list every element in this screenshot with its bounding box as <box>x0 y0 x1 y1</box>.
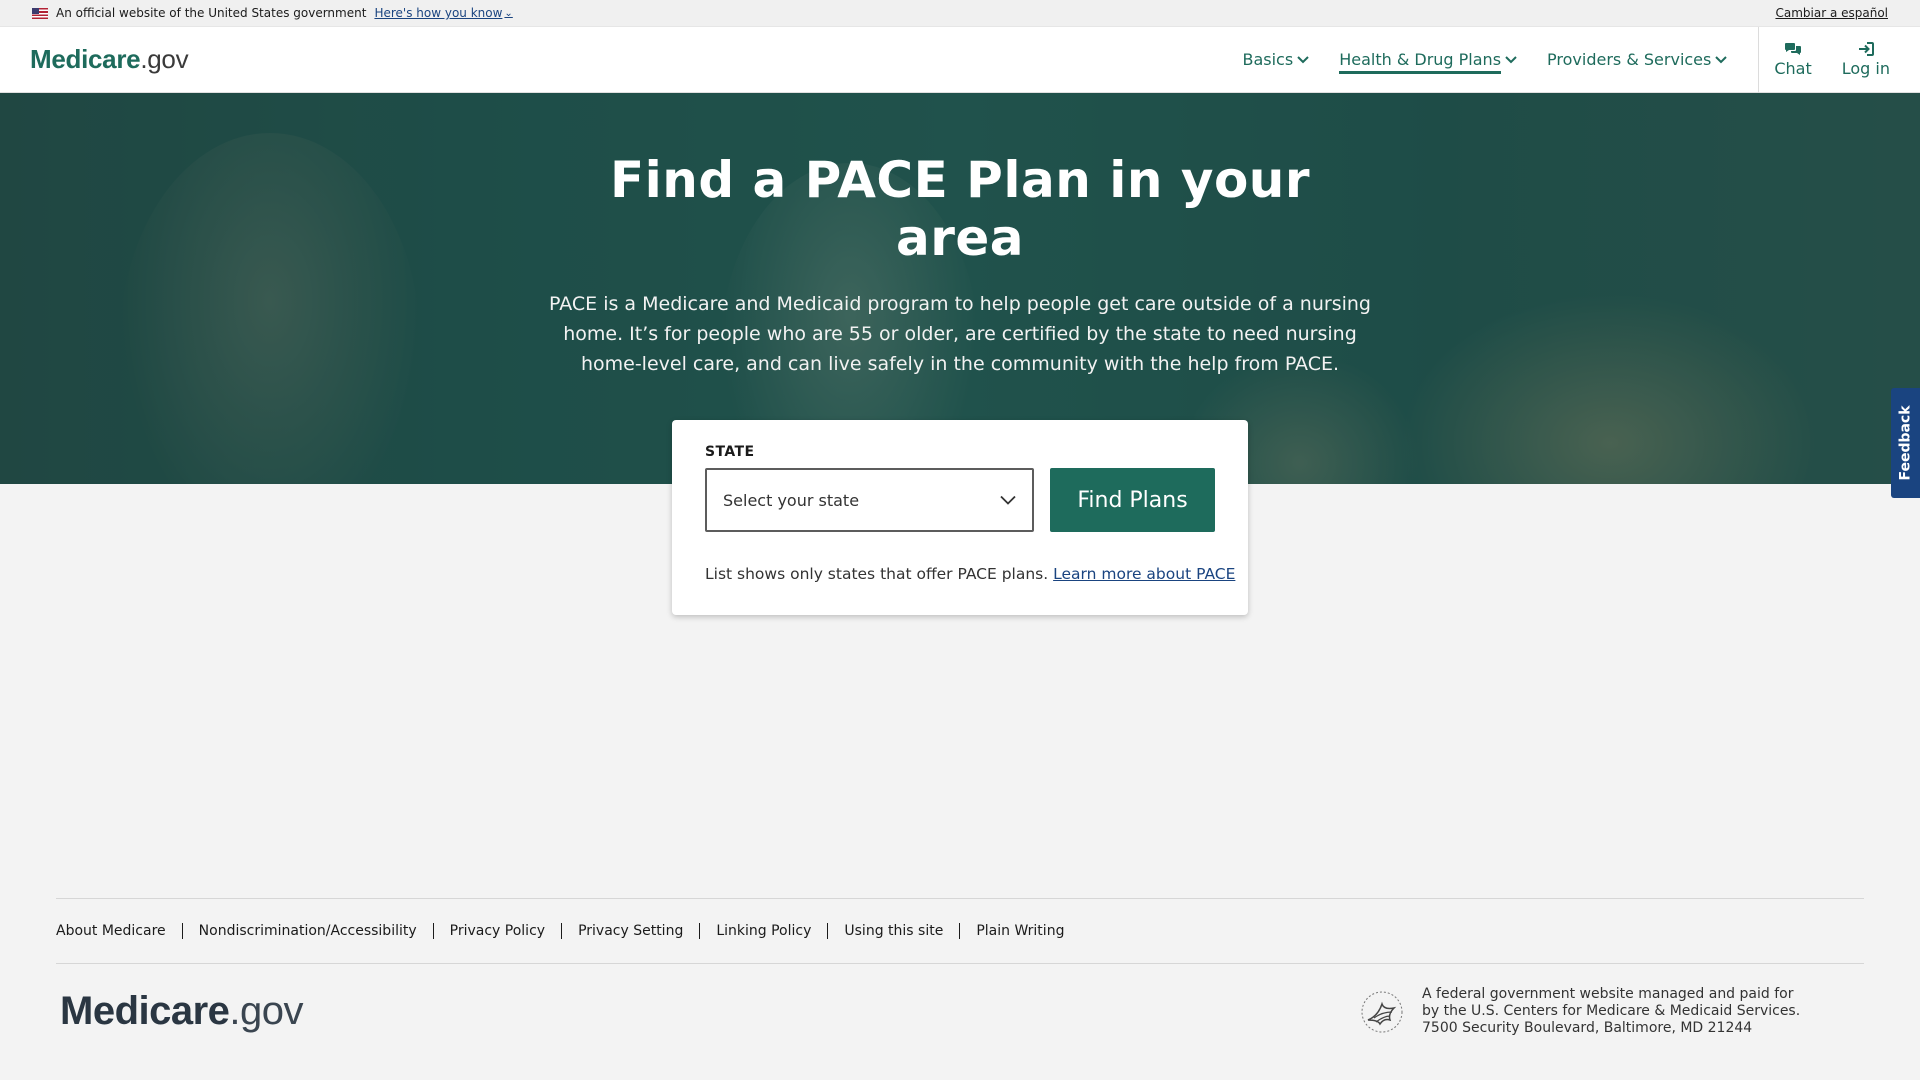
state-list-note: List shows only states that offer PACE p… <box>705 565 1236 583</box>
nav-health-drug-plans[interactable]: Health & Drug Plans <box>1324 27 1532 92</box>
official-site-text: An official website of the United States… <box>56 6 367 20</box>
login-icon <box>1858 41 1874 56</box>
nav-basics[interactable]: Basics <box>1227 27 1324 92</box>
footer-link-separator <box>959 923 961 939</box>
how-you-know-link[interactable]: Here's how you know ⌄ <box>374 6 512 20</box>
hero-content: Find a PACE Plan in your area PACE is a … <box>540 93 1380 379</box>
state-select[interactable]: Select your state <box>705 468 1034 532</box>
page-title: Find a PACE Plan in your area <box>609 151 1311 267</box>
footer-link-linking-policy[interactable]: Linking Policy <box>716 923 811 939</box>
footer-link-privacy-setting[interactable]: Privacy Setting <box>578 923 683 939</box>
chevron-down-icon <box>1297 55 1309 63</box>
chevron-down-icon: ⌄ <box>504 7 513 19</box>
chevron-down-icon <box>1715 55 1728 63</box>
state-label: STATE <box>705 444 755 460</box>
site-footer: About Medicare Nondiscrimination/Accessi… <box>56 898 1864 1059</box>
search-row: Select your state Find Plans <box>705 468 1215 532</box>
learn-more-pace-link[interactable]: Learn more about PACE <box>1053 565 1235 583</box>
chevron-down-icon <box>1000 495 1016 505</box>
find-plans-button[interactable]: Find Plans <box>1050 468 1215 532</box>
hhs-info: A federal government website managed and… <box>1360 986 1864 1037</box>
main-nav: Basics Health & Drug Plans Providers & S… <box>1227 26 1920 93</box>
chat-button[interactable]: Chat <box>1759 27 1826 92</box>
login-button[interactable]: Log in <box>1827 27 1905 92</box>
spanish-language-link[interactable]: Cambiar a español <box>1775 6 1888 20</box>
plan-search-card: STATE Select your state Find Plans List … <box>672 420 1248 615</box>
footer-link-separator <box>432 923 434 939</box>
footer-link-separator <box>561 923 563 939</box>
us-flag-icon <box>32 7 48 19</box>
footer-link-nondiscrimination[interactable]: Nondiscrimination/Accessibility <box>199 923 417 939</box>
footer-medicare-logo[interactable]: Medicare.gov <box>60 989 304 1034</box>
footer-link-separator <box>181 923 183 939</box>
footer-link-separator <box>699 923 701 939</box>
footer-link-plain-writing[interactable]: Plain Writing <box>976 923 1064 939</box>
site-header: Medicare.gov Basics Health & Drug Plans … <box>0 26 1920 93</box>
footer-link-about-medicare[interactable]: About Medicare <box>56 923 166 939</box>
state-select-value: Select your state <box>723 490 860 510</box>
feedback-tab[interactable]: Feedback <box>1891 388 1920 498</box>
gov-banner: An official website of the United States… <box>0 0 1920 27</box>
footer-bottom: Medicare.gov A federal government websit… <box>56 964 1864 1059</box>
nav-providers-services[interactable]: Providers & Services <box>1532 27 1742 92</box>
medicare-logo[interactable]: Medicare.gov <box>30 44 189 75</box>
chat-icon <box>1785 42 1802 55</box>
footer-link-using-this-site[interactable]: Using this site <box>844 923 943 939</box>
hhs-eagle-seal-icon <box>1361 991 1403 1032</box>
hero-description: PACE is a Medicare and Medicaid program … <box>549 293 1371 375</box>
footer-link-separator <box>827 923 829 939</box>
chevron-down-icon <box>1505 55 1517 63</box>
footer-links: About Medicare Nondiscrimination/Accessi… <box>56 899 1864 963</box>
footer-link-privacy-policy[interactable]: Privacy Policy <box>450 923 545 939</box>
cms-statement: A federal government website managed and… <box>1422 986 1801 1036</box>
